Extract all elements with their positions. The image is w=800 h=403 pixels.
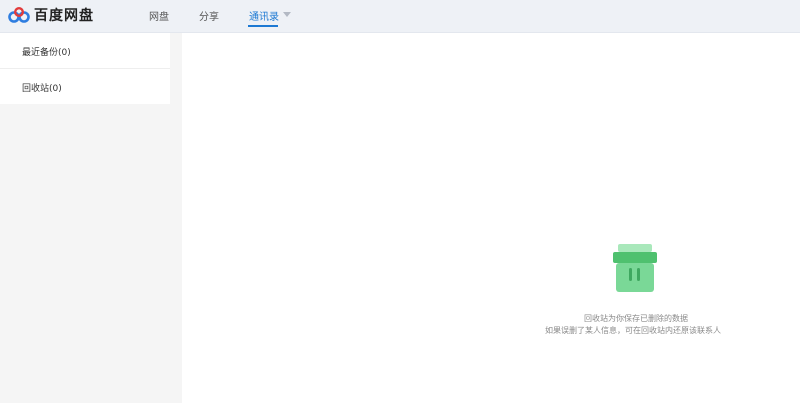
chevron-down-icon[interactable] xyxy=(283,12,291,17)
sidebar-item-recycle-bin[interactable]: 回收站(0) xyxy=(0,69,170,104)
nav-tab-netdisk[interactable]: 网盘 xyxy=(149,8,169,23)
nav-tab-contacts[interactable]: 通讯录 xyxy=(249,8,279,23)
empty-state-hint: 如果误删了某人信息，可在回收站内还原该联系人 xyxy=(545,326,721,335)
active-tab-underline xyxy=(248,25,278,27)
logo[interactable]: 百度网盘 xyxy=(7,4,94,26)
sidebar-divider xyxy=(0,68,170,69)
trash-icon xyxy=(613,244,657,292)
top-bar: 百度网盘 网盘 分享 通讯录 xyxy=(0,0,800,33)
sidebar-item-label: 最近备份(0) xyxy=(22,48,71,58)
logo-text: 百度网盘 xyxy=(34,8,94,24)
sidebar-item-recent-backup[interactable]: 最近备份(0) xyxy=(0,33,170,68)
sidebar: 最近备份(0) 回收站(0) xyxy=(0,33,182,403)
empty-state-message: 回收站为你保存已删除的数据 xyxy=(584,314,688,323)
sidebar-item-label: 回收站(0) xyxy=(22,84,62,94)
cloud-logo-icon xyxy=(8,7,30,23)
nav-tab-share[interactable]: 分享 xyxy=(199,8,219,23)
